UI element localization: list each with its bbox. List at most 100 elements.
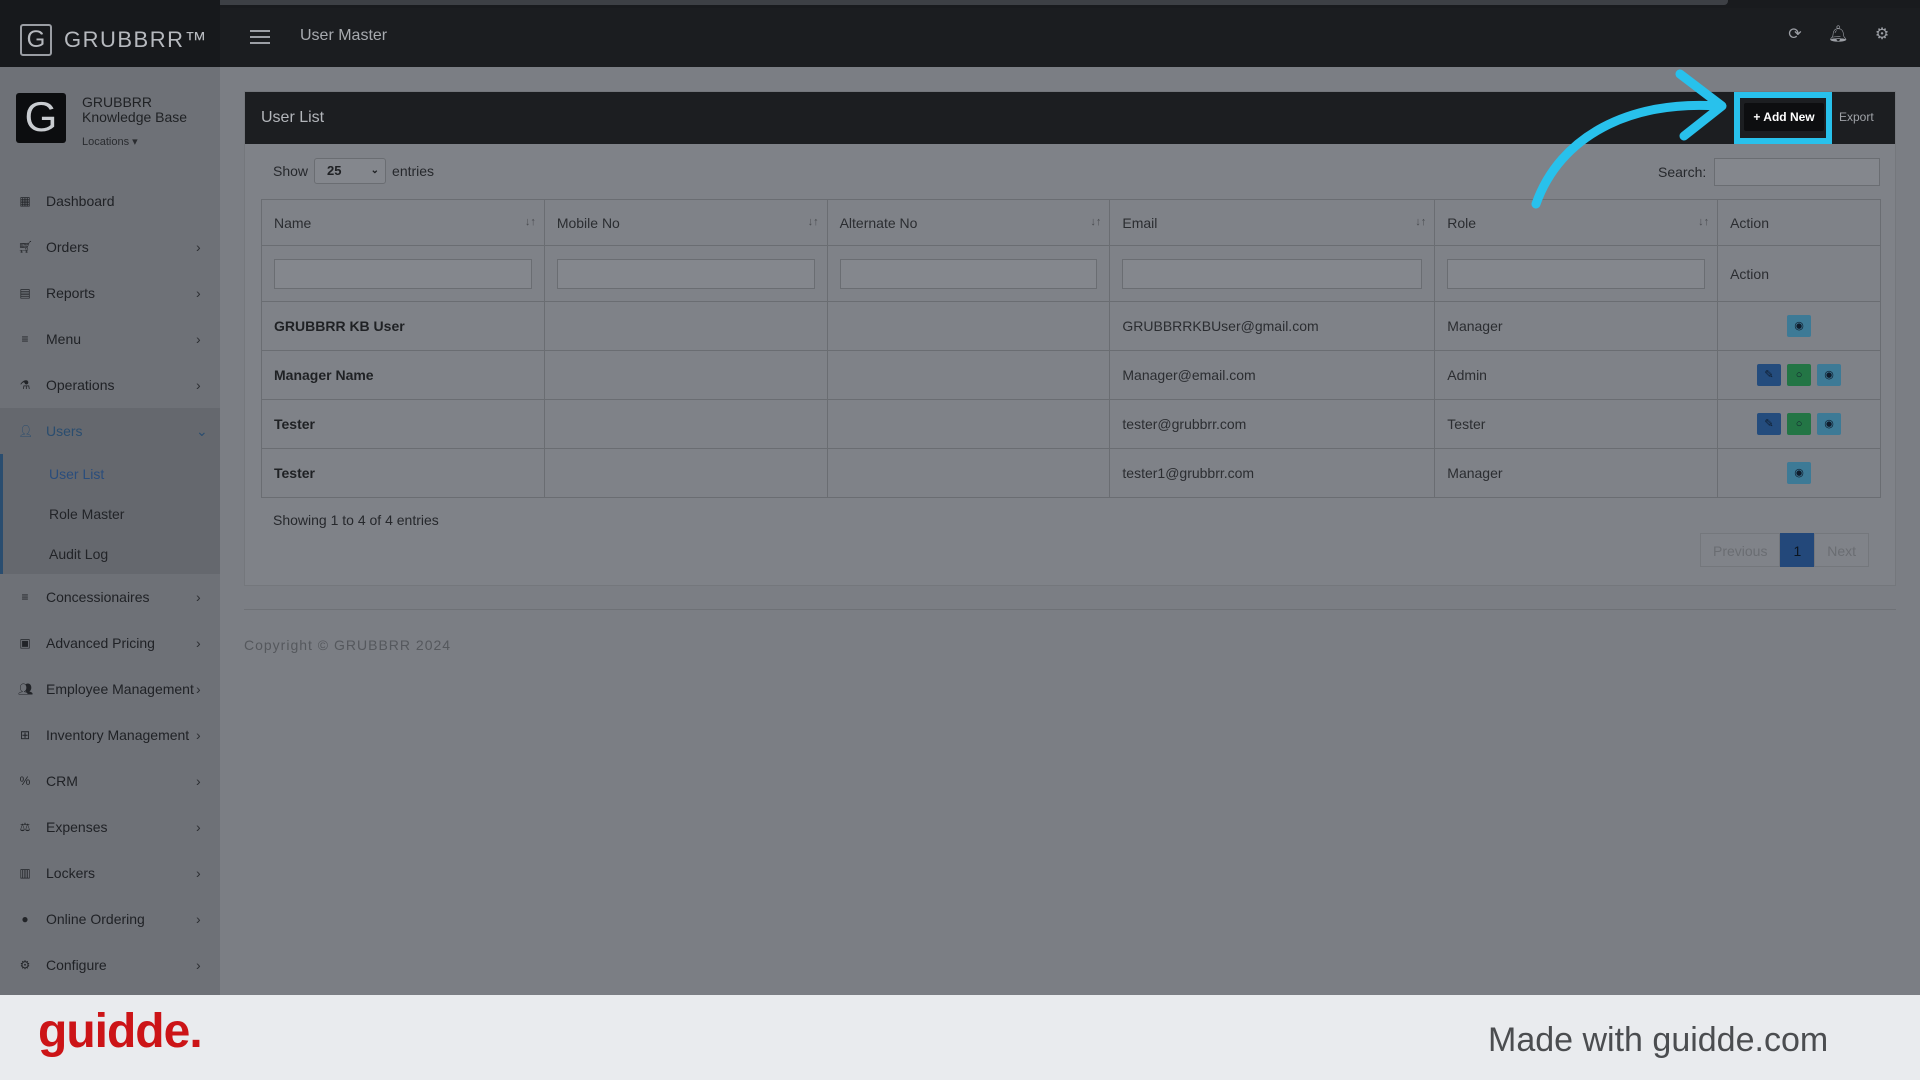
sitemap-icon: ⊞	[19, 728, 31, 742]
sidebar-item-menu[interactable]: ≡ Menu ›	[0, 316, 220, 362]
filter-mobile-input[interactable]	[556, 258, 815, 289]
sidebar-item-orders[interactable]: 🛒︎ Orders ›	[0, 224, 220, 270]
sidebar-item-label: CRM	[46, 773, 78, 789]
col-header-mobile[interactable]: Mobile No ↓↑	[543, 199, 828, 246]
users-icon: 👥︎	[18, 682, 34, 696]
guidde-footer: guidde. Made with guidde.com	[0, 995, 1920, 1080]
globe-icon: ●	[21, 912, 29, 926]
add-new-highlight-box	[1734, 92, 1832, 144]
locations-dropdown[interactable]: Locations ▾	[82, 135, 138, 148]
col-header-alternate[interactable]: Alternate No ↓↑	[826, 199, 1111, 246]
page-size-value: 25	[327, 163, 342, 178]
col-header-name[interactable]: Name ↓↑	[261, 199, 545, 246]
sidebar-item-advanced-pricing[interactable]: ▣ Advanced Pricing ›	[0, 620, 220, 666]
brand-bar[interactable]: G GRUBBRR™	[0, 0, 220, 67]
top-scrollbar[interactable]	[198, 0, 1728, 5]
tutorial-arrow-icon	[1531, 69, 1727, 209]
cart-icon: 🛒︎	[18, 240, 34, 254]
sidebar-subitem-role-master[interactable]: Role Master	[3, 494, 220, 534]
col-header-email[interactable]: Email ↓↑	[1109, 199, 1436, 246]
sidebar-item-reports[interactable]: ▤ Reports ›	[0, 270, 220, 316]
pencil-icon: ✎	[1764, 369, 1774, 381]
sidebar-item-label: Expenses	[46, 819, 108, 835]
user-table: Name ↓↑ Mobile No ↓↑ Alternate No ↓↑ Email ↓…	[261, 199, 1881, 498]
user-add-icon: 👤︎	[18, 424, 34, 438]
bell-icon[interactable]: 🔔︎	[1828, 25, 1848, 45]
pagination-info: Showing 1 to 4 of 4 entries	[273, 512, 439, 528]
sort-icon: ↓↑	[1090, 216, 1102, 228]
refresh-icon[interactable]: ⟳	[1785, 25, 1805, 45]
circle-icon: ○	[1795, 369, 1803, 381]
cell-name: Manager Name	[261, 350, 545, 400]
window-top-strip	[0, 0, 1920, 8]
sidebar-item-label: Menu	[46, 331, 82, 347]
sidebar-item-inventory-management[interactable]: ⊞ Inventory Management ›	[0, 712, 220, 758]
cell-mobile	[543, 350, 828, 400]
sidebar-item-crm[interactable]: % CRM ›	[0, 758, 220, 804]
sidebar-item-online-ordering[interactable]: ● Online Ordering ›	[0, 896, 220, 942]
filter-name-input[interactable]	[274, 258, 532, 289]
cell-alternate	[826, 301, 1111, 351]
report-icon: ▤	[19, 286, 31, 300]
cell-name: Tester	[261, 448, 545, 498]
sidebar-item-users[interactable]: 👤︎ Users ⌄	[0, 408, 220, 454]
sort-icon: ↓↑	[1415, 216, 1427, 228]
previous-page-button[interactable]: Previous	[1700, 533, 1781, 567]
sidebar-item-label: Operations	[46, 377, 115, 393]
sidebar-item-lockers[interactable]: ▥ Lockers ›	[0, 850, 220, 896]
filter-row: Action	[261, 245, 1881, 302]
cell-actions: ◉	[1717, 448, 1881, 498]
gear-icon: ⚙	[19, 958, 31, 972]
view-button[interactable]: ◉	[1787, 462, 1812, 484]
hamburger-menu-icon[interactable]	[250, 30, 270, 48]
cell-role: Tester	[1434, 399, 1719, 449]
cell-email: GRUBBRRKBUser@gmail.com	[1109, 301, 1436, 351]
page-1-button[interactable]: 1	[1780, 533, 1815, 567]
percent-icon: %	[19, 774, 31, 788]
chevron-down-icon: ⌄	[370, 165, 380, 176]
page-size-select[interactable]: 25 ⌄	[314, 158, 387, 184]
sidebar-item-expenses[interactable]: ⚖ Expenses ›	[0, 804, 220, 850]
org-name-line2: Knowledge Base	[82, 109, 188, 125]
cell-alternate	[826, 350, 1111, 400]
filter-role-input[interactable]	[1447, 258, 1706, 289]
balance-icon: ⚖	[19, 820, 31, 834]
sidebar-item-operations[interactable]: ⚗ Operations ›	[0, 362, 220, 408]
flask-icon: ⚗	[19, 378, 31, 392]
filter-alternate-input[interactable]	[839, 258, 1098, 289]
gear-icon[interactable]: ⚙	[1872, 25, 1892, 45]
sidebar-item-configure[interactable]: ⚙ Configure ›	[0, 942, 220, 988]
users-submenu: User List Role Master Audit Log	[0, 454, 220, 574]
sidebar-item-label: Users	[46, 423, 83, 439]
edit-button[interactable]: ✎	[1757, 413, 1782, 435]
panel-title: User List	[261, 109, 325, 126]
filter-action-label: Action	[1717, 245, 1881, 302]
sidebar-subitem-audit-log[interactable]: Audit Log	[3, 534, 220, 574]
made-with-guidde[interactable]: Made with guidde.com	[1488, 1021, 1828, 1060]
view-button[interactable]: ◉	[1817, 413, 1842, 435]
sidebar-item-employee-management[interactable]: 👥︎ Employee Management ›	[0, 666, 220, 712]
sidebar-subitem-user-list[interactable]: User List	[3, 454, 220, 494]
col-label: Action	[1730, 214, 1769, 231]
toggle-status-button[interactable]: ○	[1787, 413, 1812, 435]
sidebar-item-dashboard[interactable]: ▦ Dashboard	[0, 178, 220, 224]
list-icon: ≡	[21, 332, 29, 346]
edit-button[interactable]: ✎	[1757, 364, 1782, 386]
next-page-button[interactable]: Next	[1814, 533, 1870, 567]
eye-icon: ◉	[1794, 320, 1804, 332]
sidebar-item-concessionaires[interactable]: ≡ Concessionaires ›	[0, 574, 220, 620]
filter-email-input[interactable]	[1122, 258, 1423, 289]
cell-actions: ✎ ○ ◉	[1717, 350, 1881, 400]
sidebar-item-label: Concessionaires	[46, 589, 150, 605]
show-label: Show	[273, 163, 309, 179]
sidebar-item-label: Reports	[46, 285, 96, 301]
export-button[interactable]: Export	[1839, 103, 1874, 131]
brand-name: GRUBBRR™	[64, 26, 209, 52]
guidde-logo[interactable]: guidde.	[38, 1004, 203, 1059]
view-button[interactable]: ◉	[1787, 315, 1812, 337]
sidebar-item-label: Configure	[46, 957, 107, 973]
view-button[interactable]: ◉	[1817, 364, 1842, 386]
chevron-right-icon: ›	[196, 377, 201, 393]
toggle-status-button[interactable]: ○	[1787, 364, 1812, 386]
sidebar-item-label: Advanced Pricing	[46, 635, 155, 651]
